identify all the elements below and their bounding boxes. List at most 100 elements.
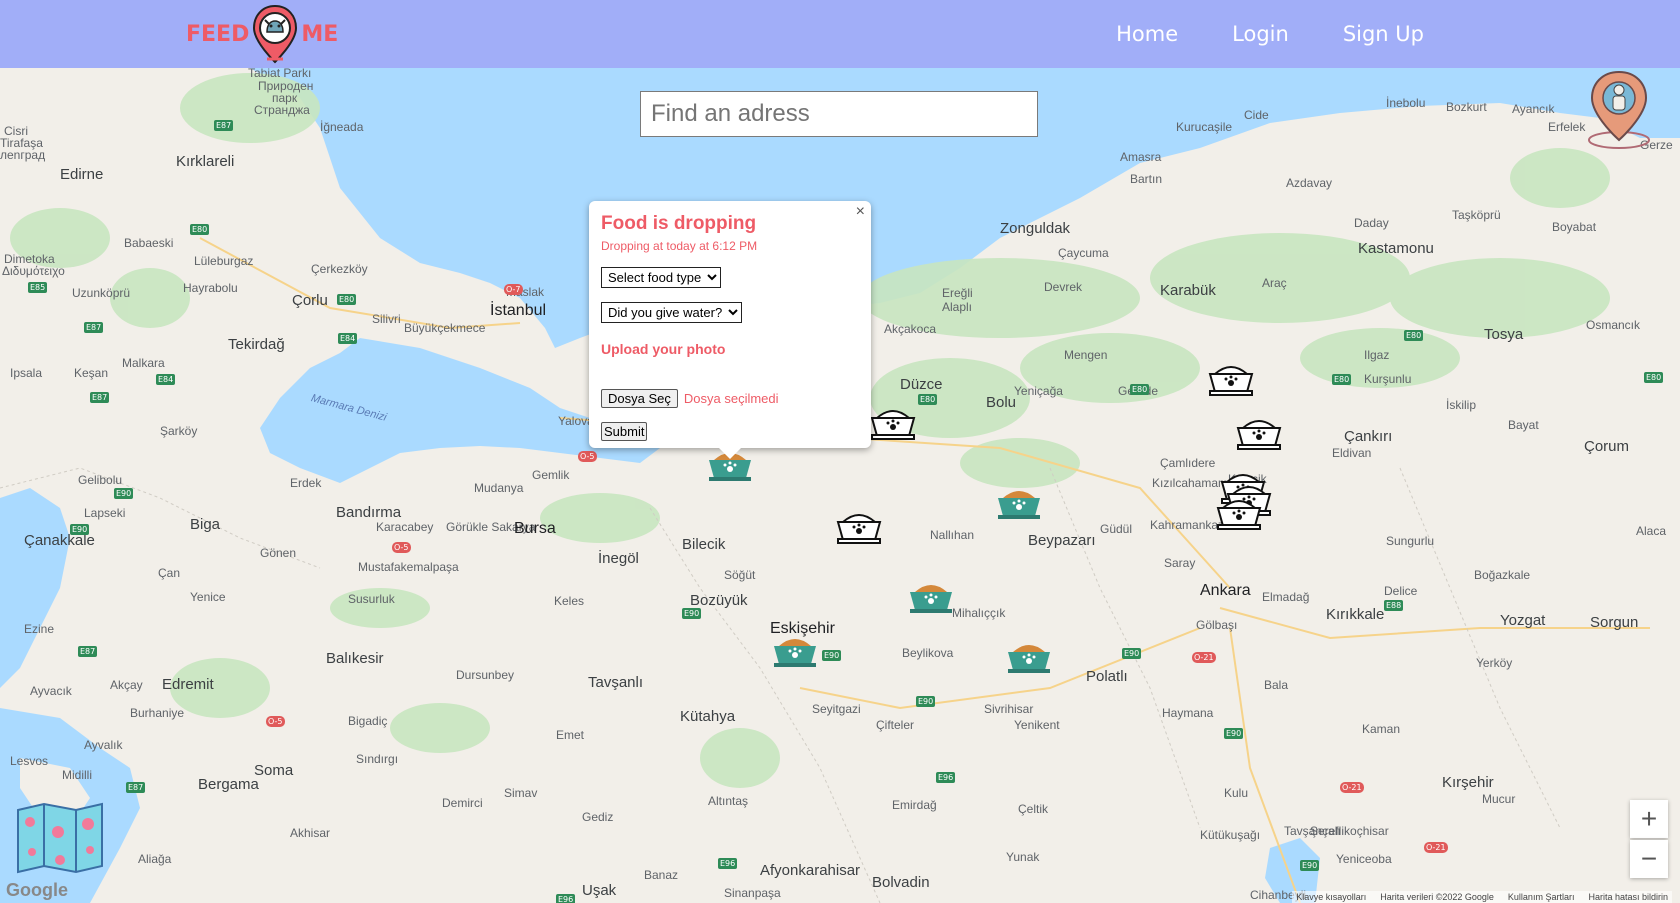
label-cide: Cide bbox=[1244, 108, 1269, 122]
label-zonguldak: Zonguldak bbox=[1000, 220, 1071, 237]
label-kastamonu: Kastamonu bbox=[1358, 240, 1434, 257]
road-e87-4: E87 bbox=[126, 782, 146, 793]
label-afyon: Afyonkarahisar bbox=[760, 862, 861, 879]
label-nallihan: Nallıhan bbox=[930, 528, 975, 542]
label-alapli: Alaplı bbox=[942, 300, 973, 314]
label-soma: Soma bbox=[254, 762, 294, 779]
close-icon[interactable]: × bbox=[856, 203, 865, 221]
label-duzce: Düzce bbox=[900, 376, 943, 393]
label-bartin: Bartın bbox=[1130, 172, 1163, 186]
label-bolu: Bolu bbox=[986, 394, 1017, 411]
label-sorgun: Sorgun bbox=[1590, 614, 1639, 631]
label-akcakoca: Akçakoca bbox=[884, 322, 937, 336]
label-kaman: Kaman bbox=[1362, 722, 1401, 736]
empty-bowl-icon[interactable] bbox=[868, 402, 918, 442]
label-bala: Bala bbox=[1264, 678, 1289, 692]
label-banaz: Banaz bbox=[644, 868, 679, 882]
label-bolvadin: Bolvadin bbox=[872, 874, 930, 891]
nav-home[interactable]: Home bbox=[1116, 22, 1178, 46]
empty-bowl-icon[interactable] bbox=[834, 506, 884, 546]
label-kursunlu: Kurşunlu bbox=[1364, 372, 1412, 386]
food-type-select[interactable]: Select food type bbox=[601, 267, 721, 288]
label-taskopru: Taşköprü bbox=[1452, 208, 1501, 222]
label-erdek: Erdek bbox=[290, 476, 322, 490]
label-silivri: Silivri bbox=[372, 312, 401, 326]
road-e90-3: E90 bbox=[682, 608, 702, 619]
label-emet: Emet bbox=[556, 728, 585, 742]
label-bogazkale: Boğazkale bbox=[1474, 568, 1531, 582]
popup-title: Food is dropping bbox=[601, 213, 757, 234]
submit-button[interactable]: Submit bbox=[601, 422, 648, 441]
label-midilli: Midilli bbox=[62, 768, 92, 782]
label-kirklareli: Kırklareli bbox=[176, 153, 235, 170]
filled-bowl-icon[interactable] bbox=[770, 630, 820, 670]
zoom-out-button[interactable]: − bbox=[1630, 840, 1668, 878]
label-kesan: Keşan bbox=[74, 366, 109, 380]
label-can: Çan bbox=[158, 566, 181, 580]
road-e90-7: E90 bbox=[1224, 728, 1244, 739]
label-kulu: Kulu bbox=[1224, 786, 1249, 800]
label-azdavay: Azdavay bbox=[1286, 176, 1333, 190]
terms-link[interactable]: Kullanım Şartları bbox=[1508, 892, 1575, 902]
label-kutukuyu: Kütükuşağı bbox=[1200, 828, 1261, 842]
map[interactable]: Tabiat Parkı Природен парк Странджа İğne… bbox=[0, 68, 1680, 903]
logo-text-left: FEED bbox=[186, 21, 250, 47]
road-e84-2: E84 bbox=[156, 374, 176, 385]
label-bigadic: Bigadiç bbox=[348, 714, 388, 728]
label-altintas: Altıntaş bbox=[708, 794, 749, 808]
label-mucur: Mucur bbox=[1482, 792, 1516, 806]
road-e85: E85 bbox=[28, 282, 48, 293]
label-kurucasile: Kurucaşile bbox=[1176, 120, 1233, 134]
label-cankiri: Çankırı bbox=[1344, 428, 1393, 445]
label-dimetoka2: Διδυμότειχο bbox=[2, 264, 65, 278]
logo-pin-icon bbox=[253, 4, 298, 64]
road-e90-6: E90 bbox=[1122, 648, 1142, 659]
empty-bowl-icon[interactable] bbox=[1234, 412, 1284, 452]
label-boyabat: Boyabat bbox=[1552, 220, 1597, 234]
filled-bowl-icon[interactable] bbox=[994, 482, 1044, 522]
label-bozuyuk: Bozüyük bbox=[690, 592, 748, 609]
search-input[interactable] bbox=[640, 91, 1038, 137]
label-inegol: İnegöl bbox=[598, 550, 639, 567]
road-o5-1: O-5 bbox=[578, 451, 597, 462]
popup-tail bbox=[718, 447, 742, 459]
map-attribution: Klavye kısayolları Harita verileri ©2022… bbox=[1292, 891, 1672, 903]
map-layers-icon[interactable] bbox=[16, 802, 104, 874]
keyboard-shortcuts-link[interactable]: Klavye kısayolları bbox=[1296, 892, 1366, 902]
nav-login[interactable]: Login bbox=[1232, 22, 1289, 46]
label-bursa: Bursa bbox=[514, 520, 556, 537]
logo[interactable]: FEED ME bbox=[186, 4, 338, 64]
road-e90-1: E90 bbox=[114, 488, 134, 499]
label-caycuma: Çaycuma bbox=[1058, 246, 1109, 260]
label-istanbul: İstanbul bbox=[490, 302, 547, 319]
choose-file-button[interactable]: Dosya Seç bbox=[601, 389, 678, 408]
road-e96-3: E96 bbox=[556, 894, 576, 903]
label-tekirdag: Tekirdağ bbox=[228, 336, 285, 353]
zoom-in-button[interactable]: + bbox=[1630, 800, 1668, 838]
label-ezine: Ezine bbox=[24, 622, 55, 636]
user-location-pin-icon[interactable] bbox=[1584, 68, 1654, 152]
water-select[interactable]: Did you give water? bbox=[601, 302, 742, 323]
empty-bowl-icon[interactable] bbox=[1206, 358, 1256, 398]
label-sindirgi: Sındırgı bbox=[356, 752, 399, 766]
label-lapseki: Lapseki bbox=[84, 506, 126, 520]
google-logo: Google bbox=[6, 880, 68, 900]
label-yeniceoba: Yeniceoba bbox=[1336, 852, 1392, 866]
nav-signup[interactable]: Sign Up bbox=[1343, 22, 1424, 46]
road-e80-3: E80 bbox=[918, 394, 938, 405]
road-o5-2: O-5 bbox=[392, 542, 411, 553]
label-corlu: Çorlu bbox=[292, 292, 328, 309]
nav-links: Home Login Sign Up bbox=[1116, 0, 1424, 68]
empty-bowl-icon[interactable] bbox=[1214, 492, 1264, 532]
filled-bowl-icon[interactable] bbox=[1004, 636, 1054, 676]
label-yunak: Yunak bbox=[1006, 850, 1040, 864]
label-usak: Uşak bbox=[582, 882, 617, 899]
label-yozgat: Yozgat bbox=[1500, 612, 1546, 629]
label-sivrihisar: Sivrihisar bbox=[984, 702, 1034, 716]
label-ayvacik: Ayvacık bbox=[30, 684, 72, 698]
filled-bowl-icon[interactable] bbox=[906, 576, 956, 616]
label-balikesir: Balıkesir bbox=[326, 650, 384, 667]
label-bilecik: Bilecik bbox=[682, 536, 726, 553]
report-error-link[interactable]: Harita hatası bildirin bbox=[1588, 892, 1668, 902]
label-kirsehir: Kırşehir bbox=[1442, 774, 1494, 791]
